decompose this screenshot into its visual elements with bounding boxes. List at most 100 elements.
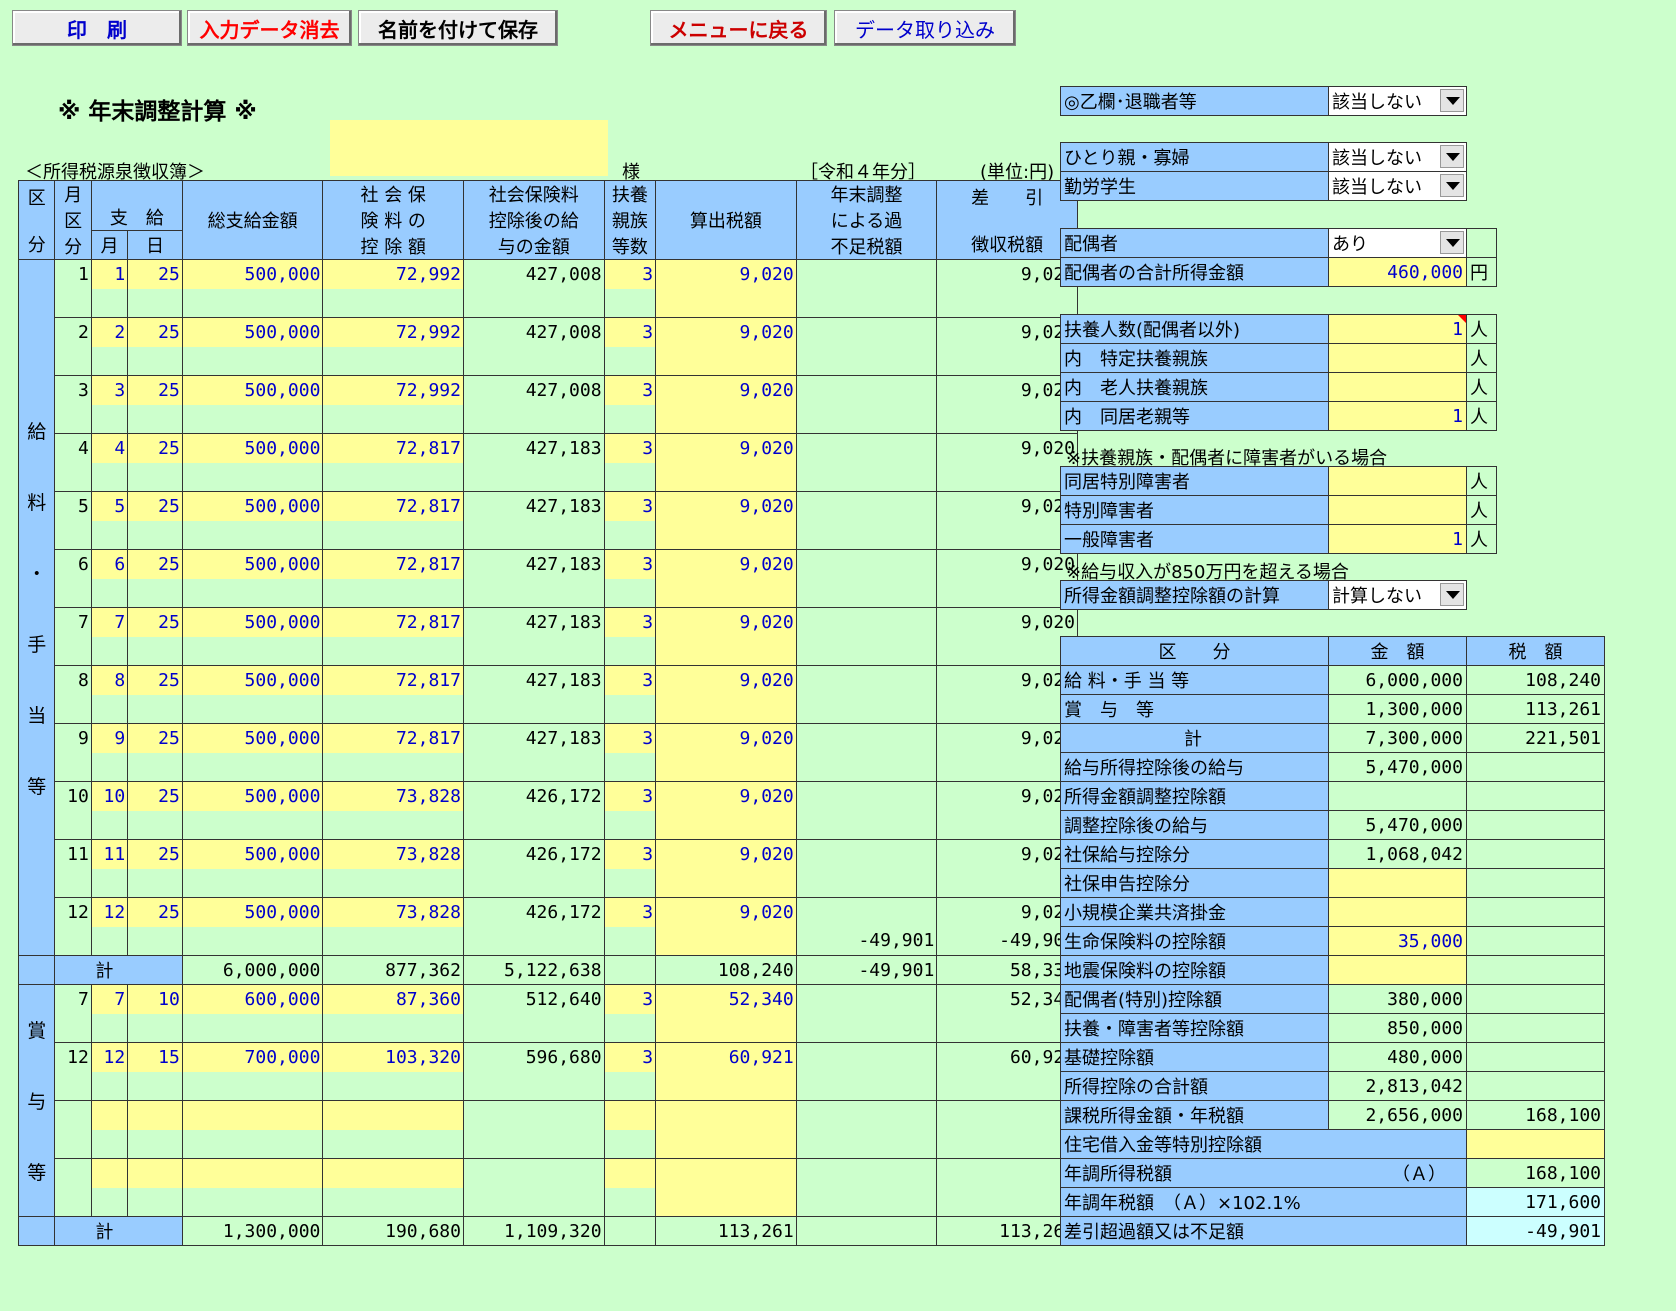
social-insurance-input[interactable]: 72,817	[322, 491, 464, 521]
pay-month-input[interactable]: 5	[90, 491, 129, 521]
pay-month-input[interactable]: 3	[90, 375, 129, 405]
pay-month-input[interactable]: 9	[90, 723, 129, 753]
pay-day-input[interactable]: 25	[127, 549, 183, 579]
social-insurance-input[interactable]: 72,817	[322, 549, 464, 579]
dependents-count-input[interactable]: 3	[603, 259, 657, 289]
social-insurance-input[interactable]: 103,320	[322, 1042, 464, 1072]
print-button[interactable]: 印 刷	[12, 10, 182, 46]
dependents-count-input[interactable]: 3	[603, 549, 657, 579]
social-insurance-input[interactable]: 73,828	[322, 781, 464, 811]
chevron-down-icon[interactable]	[1440, 231, 1464, 254]
pay-month-input[interactable]: 11	[90, 839, 129, 869]
total-pay-input[interactable]: 500,000	[181, 317, 324, 347]
pay-day-input[interactable]: 25	[127, 665, 183, 695]
data-import-button[interactable]: データ取り込み	[834, 10, 1016, 46]
dependents-count-input[interactable]: 3	[603, 1042, 657, 1072]
total-pay-input[interactable]: 500,000	[181, 665, 324, 695]
social-insurance-input[interactable]	[322, 1158, 464, 1188]
pay-month-input[interactable]: 6	[90, 549, 129, 579]
pay-month-input[interactable]: 1	[90, 259, 129, 289]
income-adjust-select[interactable]: 計算しない	[1328, 580, 1467, 610]
spouse-income-input[interactable]: 460,000	[1328, 257, 1467, 287]
pay-day-input[interactable]: 25	[127, 723, 183, 753]
pay-day-input[interactable]	[127, 1100, 183, 1130]
social-insurance-input[interactable]: 72,992	[322, 259, 464, 289]
total-pay-input[interactable]	[181, 1100, 324, 1130]
dependents-count-input[interactable]: 3	[603, 897, 657, 927]
dependents-count-input[interactable]: 3	[603, 317, 657, 347]
pay-day-input[interactable]: 25	[127, 607, 183, 637]
dependents-count-input[interactable]	[603, 1100, 657, 1130]
social-insurance-input[interactable]: 72,992	[322, 317, 464, 347]
summary-amount[interactable]	[1328, 868, 1467, 898]
dependents-count-input[interactable]: 3	[603, 607, 657, 637]
chevron-down-icon[interactable]	[1440, 145, 1464, 168]
total-pay-input[interactable]: 500,000	[181, 259, 324, 289]
social-insurance-input[interactable]: 72,817	[322, 723, 464, 753]
pay-day-input[interactable]	[127, 1158, 183, 1188]
chevron-down-icon[interactable]	[1440, 583, 1464, 606]
chevron-down-icon[interactable]	[1440, 89, 1464, 112]
employee-name-field[interactable]	[330, 120, 608, 176]
save-as-button[interactable]: 名前を付けて保存	[358, 10, 558, 46]
total-pay-input[interactable]	[181, 1158, 324, 1188]
pay-day-input[interactable]: 25	[127, 317, 183, 347]
dependents-count-input[interactable]: 3	[603, 723, 657, 753]
single-parent-select[interactable]: 該当しない	[1328, 142, 1467, 172]
social-insurance-input[interactable]	[322, 1100, 464, 1130]
social-insurance-input[interactable]: 72,817	[322, 433, 464, 463]
pay-day-input[interactable]: 25	[127, 433, 183, 463]
dependents-count-input[interactable]: 3	[603, 984, 657, 1014]
cohabiting-elderly-input[interactable]: 1	[1328, 401, 1467, 431]
pay-month-input[interactable]: 7	[90, 607, 129, 637]
general-disabled-input[interactable]: 1	[1328, 524, 1467, 554]
total-pay-input[interactable]: 500,000	[181, 897, 324, 927]
pay-month-input[interactable]: 8	[90, 665, 129, 695]
pay-month-input[interactable]: 2	[90, 317, 129, 347]
back-to-menu-button[interactable]: メニューに戻る	[650, 10, 827, 46]
pay-month-input[interactable]: 12	[90, 1042, 129, 1072]
pay-day-input[interactable]: 25	[127, 491, 183, 521]
total-pay-input[interactable]: 500,000	[181, 781, 324, 811]
pay-month-input[interactable]	[90, 1158, 129, 1188]
pay-day-input[interactable]: 25	[127, 375, 183, 405]
total-pay-input[interactable]: 600,000	[181, 984, 324, 1014]
total-pay-input[interactable]: 500,000	[181, 839, 324, 869]
summary-amount[interactable]	[1328, 955, 1467, 985]
total-pay-input[interactable]: 500,000	[181, 375, 324, 405]
social-insurance-input[interactable]: 87,360	[322, 984, 464, 1014]
dependents-count-input[interactable]: 3	[603, 665, 657, 695]
otsu-select[interactable]: 該当しない	[1328, 86, 1467, 116]
clear-input-button[interactable]: 入力データ消去	[187, 10, 352, 46]
total-pay-input[interactable]: 500,000	[181, 433, 324, 463]
social-insurance-input[interactable]: 72,817	[322, 607, 464, 637]
pay-day-input[interactable]: 25	[127, 259, 183, 289]
pay-day-input[interactable]: 25	[127, 781, 183, 811]
dependents-count-input[interactable]: 3	[603, 491, 657, 521]
chevron-down-icon[interactable]	[1440, 174, 1464, 197]
dependents-count-input[interactable]	[603, 1158, 657, 1188]
social-insurance-input[interactable]: 72,992	[322, 375, 464, 405]
spouse-select[interactable]: あり	[1328, 228, 1467, 258]
elderly-dependents-input[interactable]	[1328, 372, 1467, 402]
specific-dependents-input[interactable]	[1328, 343, 1467, 373]
dependents-input[interactable]: 1	[1328, 314, 1467, 344]
dependents-count-input[interactable]: 3	[603, 781, 657, 811]
pay-month-input[interactable]: 10	[90, 781, 129, 811]
special-disabled-input[interactable]	[1328, 495, 1467, 525]
dependents-count-input[interactable]: 3	[603, 375, 657, 405]
housing-loan-input[interactable]	[1466, 1129, 1605, 1159]
pay-day-input[interactable]: 25	[127, 839, 183, 869]
total-pay-input[interactable]: 500,000	[181, 549, 324, 579]
pay-month-input[interactable]: 7	[90, 984, 129, 1014]
pay-day-input[interactable]: 25	[127, 897, 183, 927]
total-pay-input[interactable]: 500,000	[181, 491, 324, 521]
total-pay-input[interactable]: 500,000	[181, 723, 324, 753]
social-insurance-input[interactable]: 72,817	[322, 665, 464, 695]
total-pay-input[interactable]: 700,000	[181, 1042, 324, 1072]
pay-month-input[interactable]	[90, 1100, 129, 1130]
summary-amount[interactable]: 35,000	[1328, 926, 1467, 956]
pay-day-input[interactable]: 10	[127, 984, 183, 1014]
summary-amount[interactable]	[1328, 897, 1467, 927]
pay-month-input[interactable]: 12	[90, 897, 129, 927]
